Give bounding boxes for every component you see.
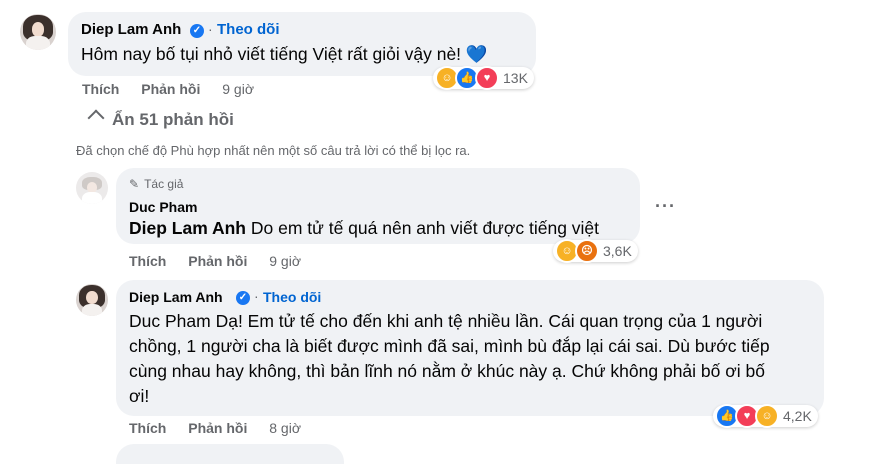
timestamp[interactable]: 8 giờ	[269, 420, 301, 436]
timestamp[interactable]: 9 giờ	[269, 253, 301, 269]
reply-button[interactable]: Phản hồi	[188, 420, 247, 436]
avatar[interactable]	[76, 284, 108, 316]
reply-text-line: Duc Pham Dạ! Em tử tế cho đến khi anh tệ…	[129, 309, 819, 334]
mention-link[interactable]: Diep Lam Anh	[129, 218, 246, 238]
reply-text: Duc Pham Dạ! Em tử tế cho đến khi anh tệ…	[129, 309, 819, 409]
care-icon: ☺	[755, 404, 779, 428]
filter-notice: Đã chọn chế độ Phù hợp nhất nên một số c…	[76, 143, 471, 158]
like-button[interactable]: Thích	[129, 253, 166, 269]
follow-button[interactable]: Theo dõi	[263, 289, 321, 305]
reply-text: Do em tử tế quá nên anh viết được tiếng …	[250, 218, 600, 238]
like-button[interactable]: Thích	[82, 81, 119, 97]
author-tag: ✎ Tác giả	[129, 177, 183, 191]
reply-bubble: ✎ Tác giả Duc Pham Diep Lam Anh Do em tử …	[116, 168, 640, 244]
comment-text-row: Hôm nay bố tụi nhỏ viết tiếng Việt rất g…	[81, 42, 488, 67]
next-reply-bubble	[116, 444, 344, 464]
reply-actions: Thích Phản hồi 9 giờ	[129, 253, 301, 269]
chevron-up-icon	[87, 109, 105, 127]
reply-button[interactable]: Phản hồi	[188, 253, 247, 269]
reply-author[interactable]: Diep Lam Anh	[129, 289, 223, 305]
separator-dot: ·	[254, 288, 259, 304]
reply-button[interactable]: Phản hồi	[141, 81, 200, 97]
author-tag-label: Tác giả	[144, 177, 184, 191]
reaction-count: 3,6K	[603, 243, 632, 259]
blue-heart-emoji: 💙	[465, 44, 488, 64]
more-options-icon[interactable]: ···	[655, 196, 676, 217]
reply-text-line-2: chồng, 1 người cha là biết được mình đã …	[129, 336, 770, 356]
avatar[interactable]	[76, 172, 108, 204]
reaction-count: 4,2K	[783, 408, 812, 424]
mention-link[interactable]: Duc Pham	[129, 311, 211, 331]
verified-badge-icon: ✓	[190, 24, 204, 38]
pencil-icon: ✎	[129, 177, 140, 191]
love-icon: ♥	[475, 66, 499, 90]
comment-author[interactable]: Diep Lam Anh	[81, 21, 181, 38]
reply-text-row: Diep Lam Anh Do em tử tế quá nên anh viế…	[129, 216, 599, 241]
comment-text: Hôm nay bố tụi nhỏ viết tiếng Việt rất g…	[81, 44, 462, 64]
separator-dot: ·	[208, 21, 213, 37]
comment-actions: Thích Phản hồi 9 giờ	[82, 81, 254, 97]
reply-text-line-1: Dạ! Em tử tế cho đến khi anh tệ nhiều lầ…	[215, 311, 763, 331]
follow-button[interactable]: Theo dõi	[217, 21, 280, 38]
timestamp[interactable]: 9 giờ	[222, 81, 254, 97]
reply-bubble: Diep Lam Anh ✓ · Theo dõi Duc Pham Dạ! E…	[116, 280, 824, 416]
like-button[interactable]: Thích	[129, 420, 166, 436]
reply-text-line-3: cùng nhau hay không, thì bản lĩnh nó nằm…	[129, 361, 765, 381]
reaction-summary[interactable]: ☺ 👍 ♥ 13K	[433, 66, 534, 90]
angry-icon: ☹	[575, 239, 599, 263]
reply-text-line-4: ơi!	[129, 386, 150, 406]
avatar[interactable]	[20, 14, 56, 50]
hide-replies-label: Ẩn 51 phản hồi	[112, 110, 234, 129]
reaction-count: 13K	[503, 70, 528, 86]
reaction-summary[interactable]: 👍 ♥ ☺ 4,2K	[713, 404, 818, 428]
verified-badge-icon: ✓	[236, 291, 250, 305]
hide-replies-button[interactable]: Ẩn 51 phản hồi	[87, 109, 234, 130]
reply-author[interactable]: Duc Pham	[129, 199, 197, 215]
reaction-summary[interactable]: ☺ ☹ 3,6K	[553, 239, 638, 263]
reply-actions: Thích Phản hồi 8 giờ	[129, 420, 301, 436]
